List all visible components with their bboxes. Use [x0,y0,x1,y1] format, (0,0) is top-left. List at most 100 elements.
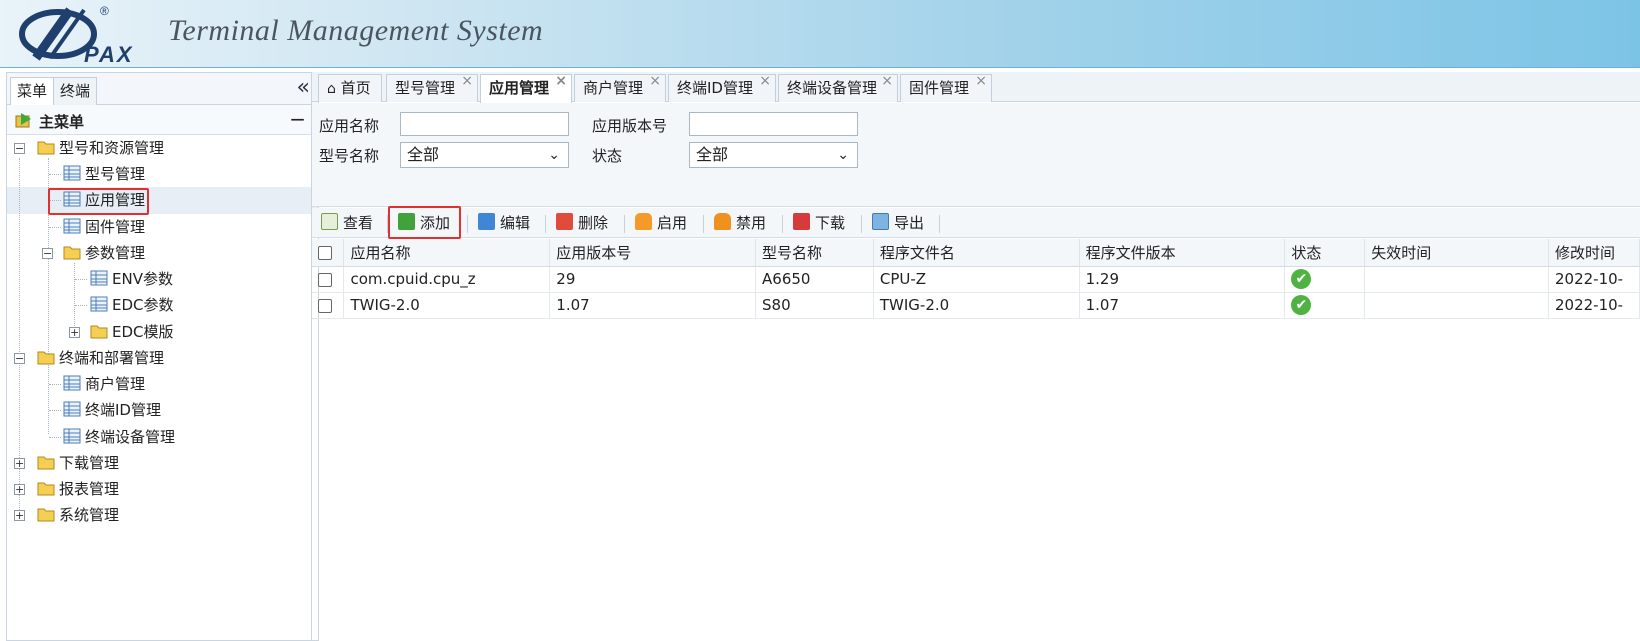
tree-item-terminal-device-management[interactable]: 终端设备管理 [63,424,175,450]
column-header[interactable]: 程序文件版本 [1079,239,1286,267]
tree-folder-model-resource[interactable]: 型号和资源管理 [37,135,164,161]
toolbar-separator [624,215,625,233]
tab-menu[interactable]: 菜单 [10,77,55,106]
view-button[interactable]: 查看 [321,212,373,234]
column-header[interactable]: 失效时间 [1364,239,1549,267]
tree-item-terminal-id-management[interactable]: 终端ID管理 [63,397,161,423]
column-header[interactable]: 程序文件名 [873,239,1080,267]
expander-icon[interactable]: + [14,510,25,521]
tab-terminal[interactable]: 终端 [53,77,98,105]
tree-folder-param-management[interactable]: 参数管理 [63,240,145,266]
app-table: 应用名称 应用版本号 型号名称 程序文件名 程序文件版本 状态 失效时间 修改时… [312,239,1640,319]
tree-label: 报表管理 [59,480,120,498]
column-header[interactable]: 应用版本号 [549,239,757,267]
table-icon [63,218,81,233]
tree-label: 参数管理 [85,244,146,262]
tree-label: EDC模版 [112,323,174,341]
column-header[interactable]: 修改时间 [1548,239,1640,267]
collapse-main-menu-button[interactable]: − [289,107,306,131]
select-all-cell[interactable] [312,239,345,267]
select-all-checkbox[interactable] [318,245,332,260]
tree-connector [49,174,61,175]
column-header[interactable]: 应用名称 [343,239,551,267]
export-button[interactable]: 导出 [872,212,924,234]
table-row[interactable]: com.cpuid.cpu_z 29 A6650 CPU-Z 1.29 ✔ 20… [312,266,1640,293]
expander-icon[interactable]: + [14,484,25,495]
close-icon[interactable]: × [555,68,567,94]
disable-button[interactable]: 禁用 [714,212,766,234]
expander-icon[interactable]: − [14,353,25,364]
tab-home[interactable]: ⌂ 首页 [318,74,382,102]
tab-terminal-id-management[interactable]: 终端ID管理 × [668,73,776,102]
main-menu-header: 主菜单 − [7,105,318,135]
edit-button[interactable]: 编辑 [478,212,530,234]
lock-icon [714,213,731,230]
cell-modified: 2022-10- [1548,292,1640,319]
app-name-input[interactable] [400,112,569,136]
close-icon[interactable]: × [881,68,893,94]
tab-label: 终端设备管理 [787,79,878,97]
tree-connector [49,227,61,228]
tree-folder-download-management[interactable]: 下载管理 [37,450,119,476]
tree-item-edc-params[interactable]: EDC参数 [90,292,174,318]
main-panel: ⌂ 首页 型号管理 × 应用管理 × 商户管理 × 终端ID管理 × 终端设备管… [311,72,1640,641]
tree-label: 固件管理 [85,218,146,236]
row-checkbox[interactable] [318,272,332,287]
chevron-down-icon: ⌄ [837,147,849,163]
close-icon[interactable]: × [759,68,771,94]
folder-icon [37,482,55,495]
table-icon [63,375,81,390]
left-panel: 菜单 终端 « 主菜单 − − 型号和资源管理 型号管理 应用管理 固件管理 −… [6,72,319,641]
status-select[interactable]: 全部 ⌄ [689,142,858,168]
tab-merchant-management[interactable]: 商户管理 × [574,73,666,102]
download-button[interactable]: 下载 [793,212,845,234]
tab-app-management[interactable]: 应用管理 × [480,73,572,103]
cell-model: A6650 [755,266,874,293]
tree-folder-system-management[interactable]: 系统管理 [37,502,119,528]
table-icon [63,428,81,443]
tab-firmware-management[interactable]: 固件管理 × [900,73,992,102]
button-label: 编辑 [500,214,531,232]
tree-folder-edc-template[interactable]: EDC模版 [90,319,174,345]
cell-expire [1364,266,1549,293]
app-version-input[interactable] [689,112,858,136]
expander-icon[interactable]: − [14,143,25,154]
toolbar-separator [782,215,783,233]
table-header-row: 应用名称 应用版本号 型号名称 程序文件名 程序文件版本 状态 失效时间 修改时… [312,239,1640,267]
row-checkbox[interactable] [318,298,332,313]
tree-label: 终端ID管理 [85,401,161,419]
table-row[interactable]: TWIG-2.0 1.07 S80 TWIG-2.0 1.07 ✔ 2022-1… [312,292,1640,319]
column-header[interactable]: 状态 [1284,239,1366,267]
close-icon[interactable]: × [649,68,661,94]
cell-modified: 2022-10- [1548,266,1640,293]
tab-terminal-device-management[interactable]: 终端设备管理 × [778,73,898,102]
filter-form: 应用名称 应用版本号 型号名称 全部 ⌄ 状态 全部 ⌄ [312,103,1640,207]
close-icon[interactable]: × [461,68,473,94]
delete-button[interactable]: 删除 [556,212,608,234]
expander-icon[interactable]: − [42,248,53,259]
cell-status: ✔ [1284,266,1366,293]
row-select-cell[interactable] [312,266,345,293]
collapse-sidebar-icon[interactable]: « [297,77,310,99]
tree-item-merchant-management[interactable]: 商户管理 [63,371,145,397]
row-select-cell[interactable] [312,292,345,319]
expander-icon[interactable]: + [69,327,80,338]
close-icon[interactable]: × [975,68,987,94]
tree-folder-report-management[interactable]: 报表管理 [37,476,119,502]
folder-icon [37,508,55,521]
enable-button[interactable]: 启用 [635,212,687,234]
tree-item-firmware-management[interactable]: 固件管理 [63,214,145,240]
tree-connector [75,305,87,306]
left-tabbar: 菜单 终端 « [7,73,318,106]
toolbar-separator [703,215,704,233]
expander-icon[interactable]: + [14,458,25,469]
folder-icon [37,141,55,154]
tab-model-management[interactable]: 型号管理 × [386,73,478,102]
model-name-select[interactable]: 全部 ⌄ [400,142,569,168]
tree-item-env-params[interactable]: ENV参数 [90,266,173,292]
tree-item-model-management[interactable]: 型号管理 [63,161,145,187]
tree-folder-terminal-deploy[interactable]: 终端和部署管理 [37,345,164,371]
tab-label: 首页 [340,79,371,97]
select-value: 全部 [696,145,729,164]
column-header[interactable]: 型号名称 [755,239,874,267]
